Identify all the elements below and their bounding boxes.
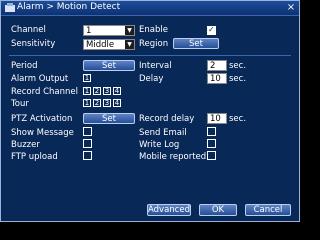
- delay-unit: sec.: [229, 74, 247, 84]
- interval-input[interactable]: 2: [207, 60, 227, 71]
- delay-input[interactable]: 10: [207, 73, 227, 84]
- tour-channel-3[interactable]: 3: [103, 99, 111, 107]
- period-set-button[interactable]: Set: [83, 60, 135, 71]
- window-title: Alarm > Motion Detect: [17, 2, 121, 12]
- delay-label: Delay: [139, 74, 164, 84]
- record-channel-2[interactable]: 2: [93, 87, 101, 95]
- tour-channel-1[interactable]: 1: [83, 99, 91, 107]
- ok-button[interactable]: OK: [199, 204, 237, 216]
- enable-label: Enable: [139, 25, 168, 35]
- write-log-checkbox[interactable]: [207, 139, 216, 148]
- tour-channel-4[interactable]: 4: [113, 99, 121, 107]
- close-icon[interactable]: ×: [285, 2, 297, 13]
- region-label: Region: [139, 39, 169, 49]
- record-delay-input[interactable]: 10: [207, 113, 227, 124]
- alarm-icon: [5, 3, 15, 12]
- send-email-label: Send Email: [139, 128, 187, 138]
- interval-unit: sec.: [229, 61, 247, 71]
- alarm-output-channel-1[interactable]: 1: [83, 74, 91, 82]
- sensitivity-label: Sensitivity: [11, 39, 56, 49]
- channel-select[interactable]: 1 ▼: [83, 25, 135, 36]
- write-log-label: Write Log: [139, 140, 180, 150]
- ftp-upload-label: FTP upload: [11, 152, 58, 162]
- send-email-checkbox[interactable]: [207, 127, 216, 136]
- show-message-label: Show Message: [11, 128, 74, 138]
- divider: [9, 55, 291, 56]
- channel-value: 1: [86, 26, 92, 36]
- interval-label: Interval: [139, 61, 172, 71]
- tour-label: Tour: [11, 99, 29, 109]
- buzzer-checkbox[interactable]: [83, 139, 92, 148]
- record-channel-3[interactable]: 3: [103, 87, 111, 95]
- enable-checkbox[interactable]: [207, 25, 216, 35]
- record-delay-unit: sec.: [229, 114, 247, 124]
- advanced-button[interactable]: Advanced: [147, 204, 191, 216]
- motion-detect-window: Alarm > Motion Detect × Channel 1 ▼ Enab…: [0, 0, 300, 222]
- ptz-set-button[interactable]: Set: [83, 113, 135, 124]
- ptz-activation-label: PTZ Activation: [11, 114, 73, 124]
- alarm-output-label: Alarm Output: [11, 74, 69, 84]
- mobile-reported-label: Mobile reported: [139, 152, 207, 162]
- region-set-button[interactable]: Set: [173, 38, 219, 49]
- record-delay-label: Record delay: [139, 114, 195, 124]
- tour-channel-2[interactable]: 2: [93, 99, 101, 107]
- buzzer-label: Buzzer: [11, 140, 40, 150]
- chevron-down-icon: ▼: [125, 26, 134, 35]
- title-bar: Alarm > Motion Detect ×: [1, 1, 299, 16]
- mobile-reported-checkbox[interactable]: [207, 151, 216, 160]
- cancel-button[interactable]: Cancel: [245, 204, 291, 216]
- sensitivity-select[interactable]: Middle ▼: [83, 39, 135, 50]
- chevron-down-icon: ▼: [125, 40, 134, 49]
- period-label: Period: [11, 61, 38, 71]
- ftp-upload-checkbox[interactable]: [83, 151, 92, 160]
- record-channel-1[interactable]: 1: [83, 87, 91, 95]
- show-message-checkbox[interactable]: [83, 127, 92, 136]
- record-channel-4[interactable]: 4: [113, 87, 121, 95]
- channel-label: Channel: [11, 25, 46, 35]
- sensitivity-value: Middle: [86, 40, 115, 50]
- record-channel-label: Record Channel: [11, 87, 78, 97]
